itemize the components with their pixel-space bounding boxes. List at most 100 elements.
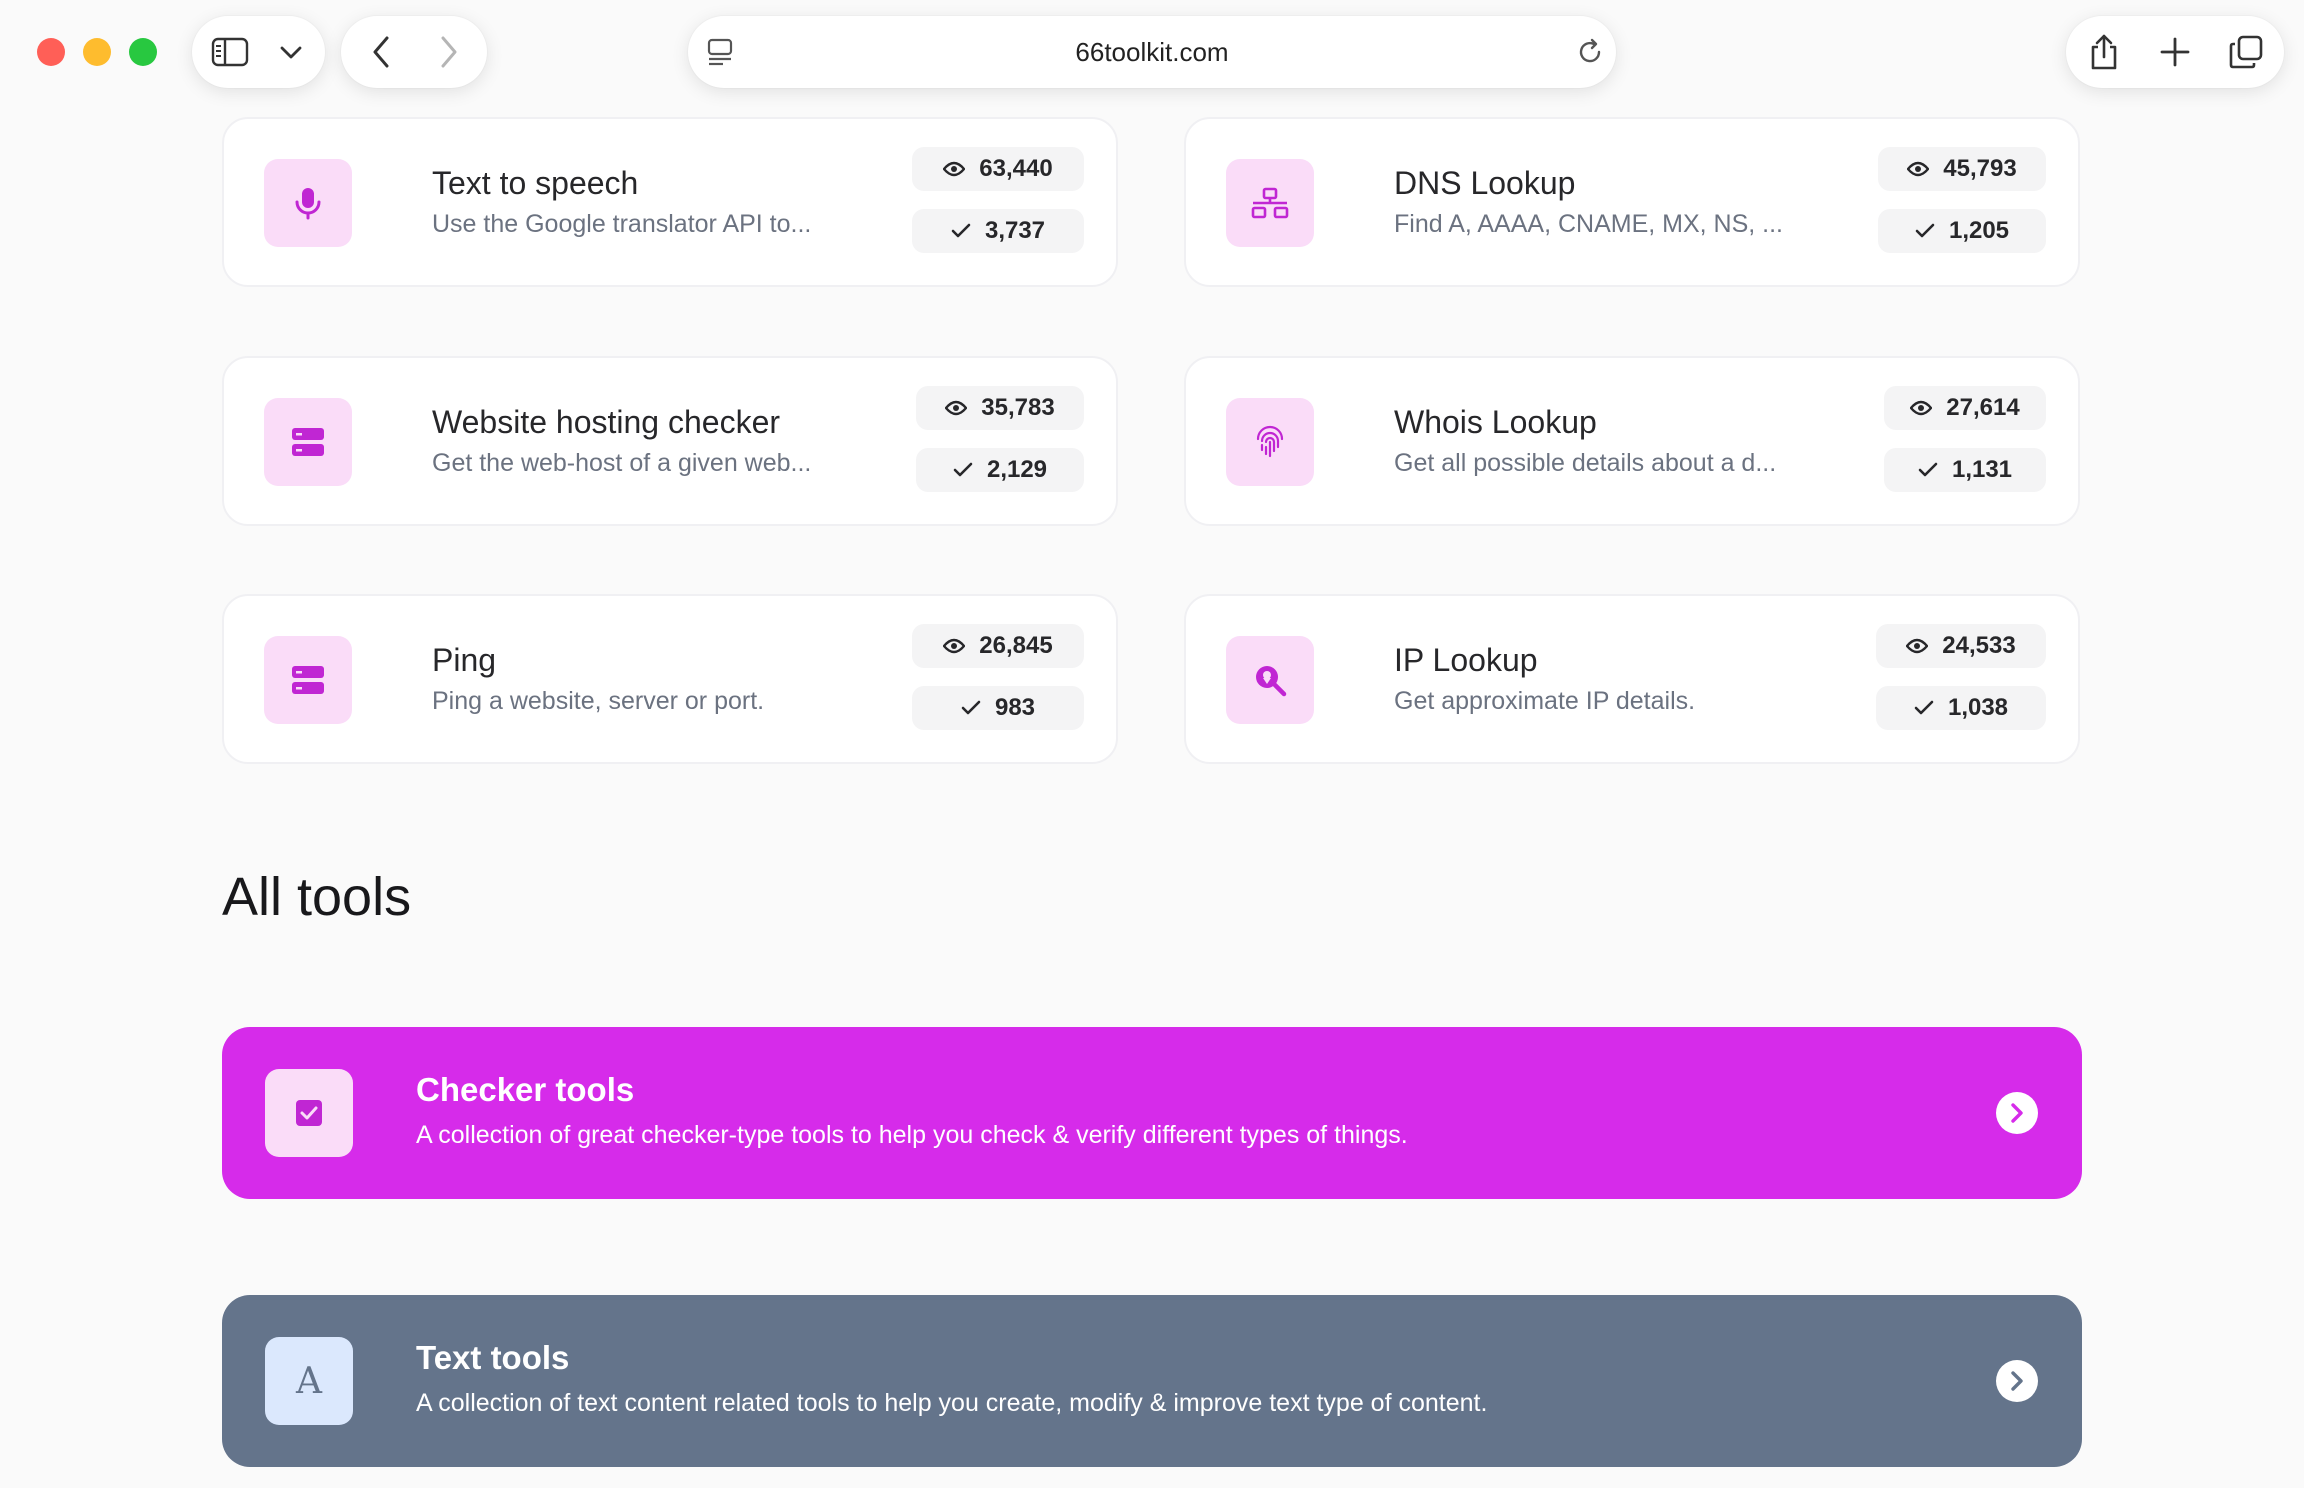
tool-card-dns-lookup[interactable]: DNS Lookup Find A, AAAA, CNAME, MX, NS, …: [1184, 117, 2080, 287]
network-icon: [1251, 187, 1289, 219]
plus-icon: [2160, 37, 2190, 67]
views-badge: 45,793: [1878, 147, 2046, 191]
uses-count: 1,131: [1951, 456, 2013, 483]
uses-count: 1,205: [1948, 217, 2010, 244]
toolbar-actions: [2066, 16, 2284, 88]
share-icon: [2091, 34, 2117, 70]
server-icon: [292, 428, 324, 456]
uses-badge: 2,129: [916, 448, 1084, 492]
tool-title: Text to speech: [432, 165, 639, 201]
chevron-left-icon: [373, 36, 389, 68]
zoom-window-button[interactable]: [129, 38, 157, 66]
tool-icon-tile: [1226, 398, 1314, 486]
chevron-down-icon: [280, 46, 302, 59]
chevron-right-icon: [441, 36, 457, 68]
tool-title: Ping: [432, 642, 497, 678]
letter-a-icon: A: [296, 1360, 322, 1402]
check-icon: [961, 700, 981, 715]
back-button[interactable]: [363, 34, 399, 70]
reload-button[interactable]: [1574, 36, 1606, 68]
check-icon: [951, 223, 971, 238]
check-icon: [1918, 462, 1938, 477]
check-icon: [1915, 223, 1935, 238]
tool-icon-tile: [1226, 159, 1314, 247]
chevron-right-icon: [2011, 1103, 2023, 1123]
forward-button[interactable]: [431, 34, 467, 70]
views-count: 35,783: [981, 394, 1055, 421]
views-count: 24,533: [1942, 632, 2016, 659]
browser-window: 66toolkit.com Text to speech Use the Goo…: [0, 0, 2304, 1488]
open-category-button[interactable]: [1996, 1360, 2038, 1402]
check-icon: [953, 462, 973, 477]
tool-icon-tile: [264, 636, 352, 724]
category-title: Text tools: [416, 1339, 570, 1376]
category-description: A collection of great checker-type tools…: [416, 1121, 1408, 1149]
reload-icon: [1579, 38, 1601, 63]
uses-count: 1,038: [1947, 694, 2009, 721]
views-count: 27,614: [1946, 394, 2020, 421]
microphone-icon: [295, 188, 321, 220]
tool-card-ping[interactable]: Ping Ping a website, server or port. 26,…: [222, 594, 1118, 764]
views-badge: 63,440: [912, 147, 1084, 191]
category-banner-text-tools[interactable]: A Text tools A collection of text conten…: [222, 1295, 2082, 1467]
eye-icon: [943, 638, 966, 654]
tool-icon-tile: [264, 159, 352, 247]
tool-card-whois-lookup[interactable]: Whois Lookup Get all possible details ab…: [1184, 356, 2080, 526]
tab-overview-button[interactable]: [2226, 32, 2266, 72]
category-banner-checker-tools[interactable]: Checker tools A collection of great chec…: [222, 1027, 2082, 1199]
uses-count: 983: [994, 694, 1036, 721]
new-tab-button[interactable]: [2155, 32, 2195, 72]
tool-description: Ping a website, server or port.: [432, 687, 765, 715]
tool-title: Website hosting checker: [432, 404, 781, 440]
views-count: 63,440: [979, 155, 1053, 182]
tool-description: Get approximate IP details.: [1394, 687, 1696, 715]
sidebar-toggle-button[interactable]: [210, 34, 250, 70]
category-icon-tile: A: [265, 1337, 353, 1425]
section-title-all-tools: All tools: [222, 867, 412, 927]
tool-title: DNS Lookup: [1394, 165, 1576, 201]
close-window-button[interactable]: [37, 38, 65, 66]
open-category-button[interactable]: [1996, 1092, 2038, 1134]
minimize-window-button[interactable]: [83, 38, 111, 66]
uses-badge: 983: [912, 686, 1084, 730]
tool-description: Find A, AAAA, CNAME, MX, NS, ...: [1394, 210, 1784, 238]
url-text: 66toolkit.com: [1075, 36, 1229, 67]
tabs-overview-icon: [2229, 35, 2263, 69]
uses-badge: 3,737: [912, 209, 1084, 253]
address-bar[interactable]: 66toolkit.com: [688, 16, 1616, 88]
tool-card-ip-lookup[interactable]: IP Lookup Get approximate IP details. 24…: [1184, 594, 2080, 764]
views-badge: 27,614: [1884, 386, 2046, 430]
category-title: Checker tools: [416, 1071, 635, 1108]
tool-card-text-to-speech[interactable]: Text to speech Use the Google translator…: [222, 117, 1118, 287]
chevron-right-icon: [2011, 1371, 2023, 1391]
views-badge: 26,845: [912, 624, 1084, 668]
eye-icon: [945, 400, 968, 416]
tool-description: Use the Google translator API to...: [432, 210, 812, 238]
fingerprint-icon: [1256, 425, 1284, 458]
category-icon-tile: [265, 1069, 353, 1157]
page-menu-button[interactable]: [704, 36, 736, 68]
eye-icon: [1906, 638, 1929, 654]
eye-icon: [1907, 161, 1930, 177]
server-icon: [292, 666, 324, 694]
sidebar-toggle-group: [192, 16, 325, 88]
location-search-icon: [1256, 666, 1287, 697]
check-icon: [1914, 700, 1934, 715]
views-badge: 35,783: [916, 386, 1084, 430]
tool-title: Whois Lookup: [1394, 404, 1597, 440]
tool-description: Get all possible details about a d...: [1394, 449, 1777, 477]
eye-icon: [943, 161, 966, 177]
views-badge: 24,533: [1876, 624, 2046, 668]
tab-group-menu-button[interactable]: [276, 38, 306, 68]
share-button[interactable]: [2084, 32, 2124, 72]
tool-card-website-hosting-checker[interactable]: Website hosting checker Get the web-host…: [222, 356, 1118, 526]
uses-count: 3,737: [984, 217, 1046, 244]
views-count: 26,845: [979, 632, 1053, 659]
tool-title: IP Lookup: [1394, 642, 1538, 678]
uses-badge: 1,038: [1876, 686, 2046, 730]
sidebar-icon: [211, 37, 249, 67]
tool-icon-tile: [1226, 636, 1314, 724]
eye-icon: [1910, 400, 1933, 416]
tool-icon-tile: [264, 398, 352, 486]
uses-count: 2,129: [986, 456, 1048, 483]
